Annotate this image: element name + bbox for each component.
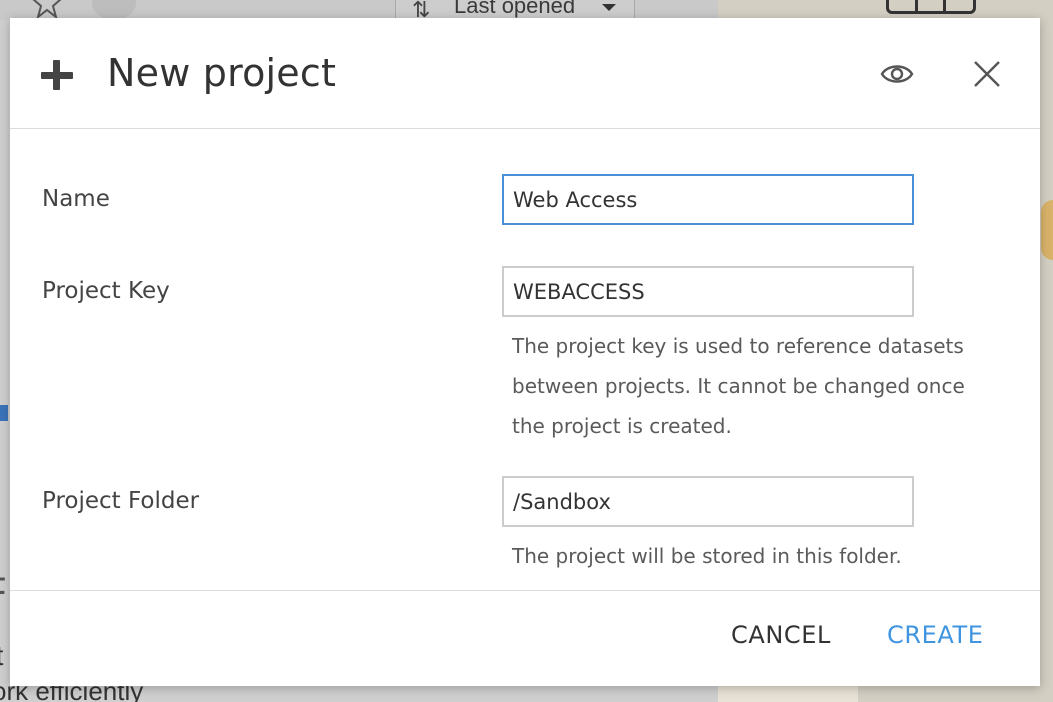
name-input[interactable] <box>502 174 914 225</box>
background-heading-fragment: F <box>0 570 6 615</box>
sort-label: Last opened <box>454 0 576 18</box>
project-key-help: The project key is used to reference dat… <box>512 334 965 438</box>
dialog-header: New project <box>10 18 1040 129</box>
project-folder-input[interactable] <box>502 476 914 527</box>
close-icon[interactable] <box>972 59 1002 89</box>
create-button[interactable]: CREATE <box>887 621 984 649</box>
new-project-dialog: New project Name Project Key The project… <box>10 18 1040 686</box>
project-key-input[interactable] <box>502 266 914 317</box>
background-text-fragment: at <box>0 640 3 672</box>
project-key-label: Project Key <box>42 278 170 304</box>
dialog-title: New project <box>107 51 337 95</box>
background-marker <box>0 405 8 421</box>
dialog-body: Name Project Key The project key is used… <box>10 130 1040 590</box>
project-folder-help: The project will be stored in this folde… <box>512 544 902 568</box>
background-photo-fragment <box>718 686 858 702</box>
plus-icon <box>41 60 73 90</box>
project-folder-label: Project Folder <box>42 488 200 514</box>
grid-view-icon <box>886 0 976 14</box>
dialog-footer: CANCEL CREATE <box>10 590 1040 686</box>
eye-icon[interactable] <box>880 61 914 87</box>
cancel-button[interactable]: CANCEL <box>731 621 831 649</box>
background-image-fragment <box>1041 200 1053 260</box>
name-label: Name <box>42 186 110 212</box>
chevron-down-icon <box>602 4 616 11</box>
star-icon <box>32 0 62 20</box>
